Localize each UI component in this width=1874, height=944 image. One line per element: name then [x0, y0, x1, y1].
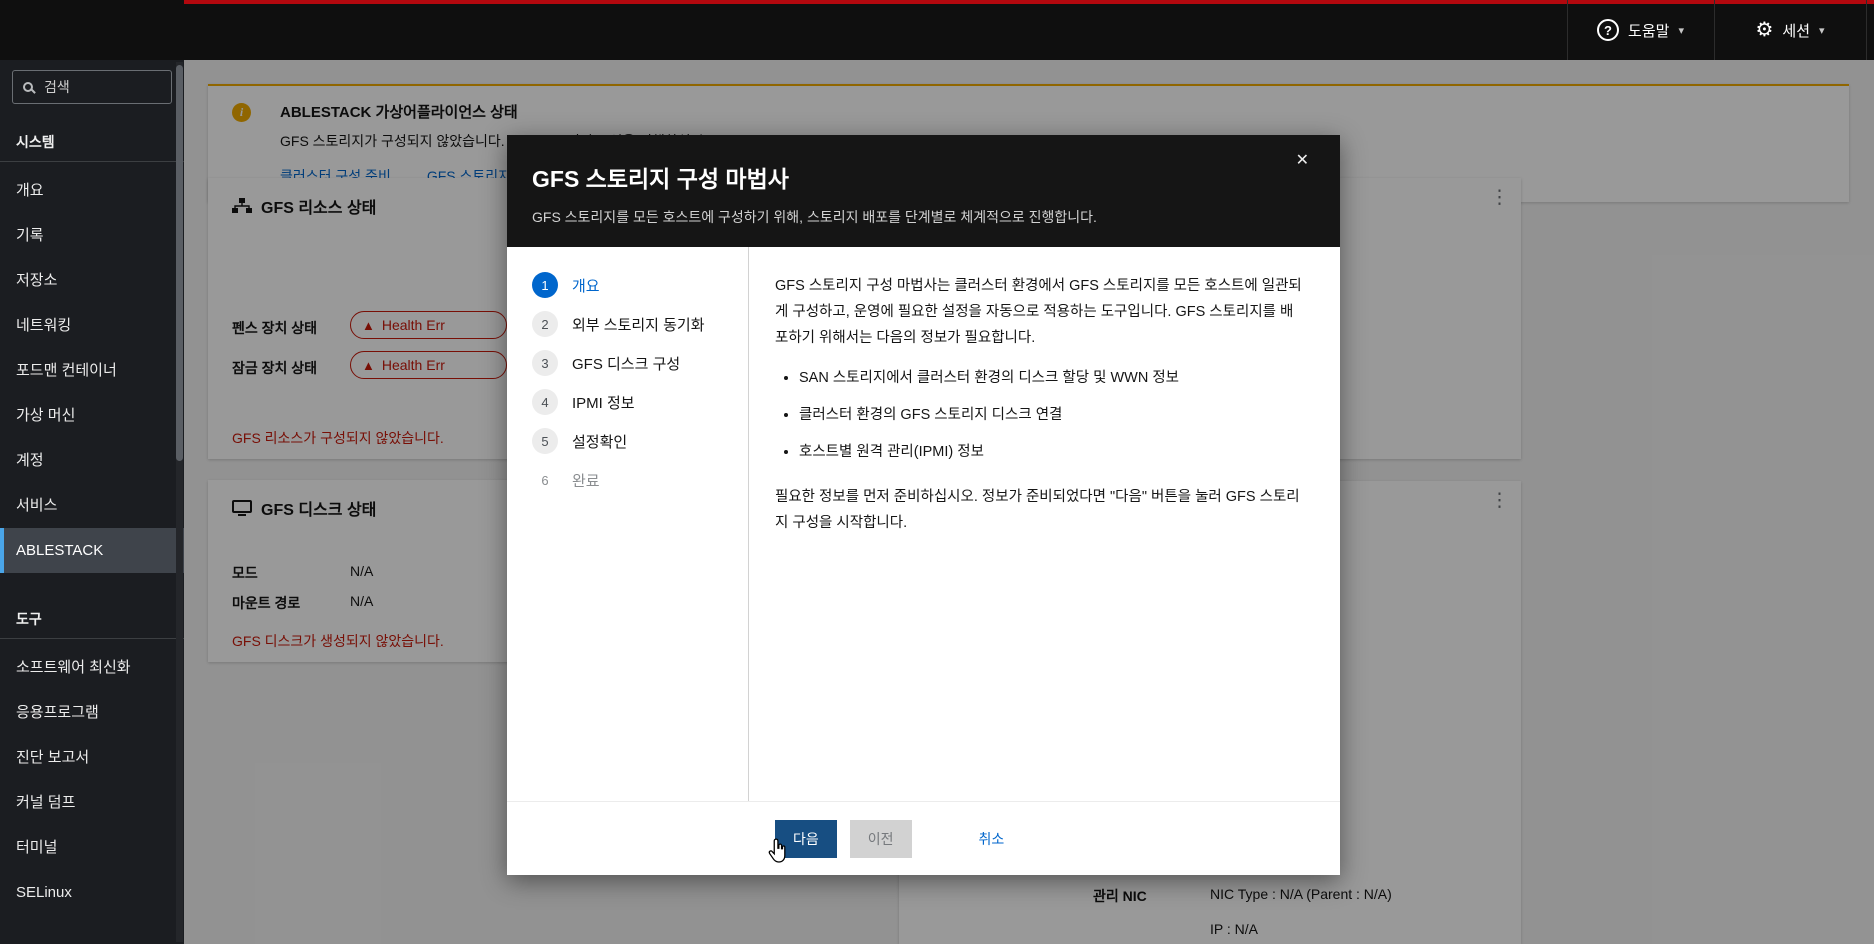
step-label: 개요 — [572, 277, 600, 295]
wizard-requirements-list: SAN 스토리지에서 클러스터 환경의 디스크 할당 및 WWN 정보 클러스터… — [775, 365, 1304, 465]
wizard-step-ipmi[interactable]: 4 IPMI 정보 — [532, 389, 748, 415]
wizard-step-confirm[interactable]: 5 설정확인 — [532, 428, 748, 454]
close-icon[interactable]: ✕ — [1290, 149, 1315, 171]
modal-header: GFS 스토리지 구성 마법사 GFS 스토리지를 모든 호스트에 구성하기 위… — [507, 135, 1340, 247]
masthead: ? 도움말 ▾ ⚙ 세션 ▾ — [0, 0, 1874, 60]
wizard-body: 1 개요 2 외부 스토리지 동기화 3 GFS 디스크 구성 4 IPMI 정… — [507, 247, 1340, 801]
wizard-outro-paragraph: 필요한 정보를 먼저 준비하십시오. 정보가 준비되었다면 "다음" 버튼을 눌… — [775, 488, 1300, 531]
help-menu-label: 도움말 — [1628, 22, 1670, 40]
step-label: IPMI 정보 — [572, 394, 635, 412]
wizard-step-nav: 1 개요 2 외부 스토리지 동기화 3 GFS 디스크 구성 4 IPMI 정… — [507, 247, 749, 801]
sidebar-item-kernel-dump[interactable]: 커널 덤프 — [0, 780, 184, 825]
sidebar-scrollbar-thumb[interactable] — [176, 65, 183, 461]
step-number: 1 — [532, 272, 558, 298]
sidebar-section-system: 시스템 — [0, 110, 184, 162]
wizard-intro-paragraph: GFS 스토리지 구성 마법사는 클러스터 환경에서 GFS 스토리지를 모든 … — [775, 278, 1302, 347]
session-menu-label: 세션 — [1782, 22, 1810, 40]
step-number: 6 — [541, 472, 549, 488]
sidebar-item-diagnostic-reports[interactable]: 진단 보고서 — [0, 735, 184, 780]
sidebar: 시스템 개요 기록 저장소 네트워킹 포드맨 컨테이너 가상 머신 계정 서비스… — [0, 60, 184, 944]
previous-button[interactable]: 이전 — [849, 819, 912, 858]
wizard-footer: 다음 이전 취소 — [507, 801, 1340, 875]
sidebar-item-logs[interactable]: 기록 — [0, 213, 184, 258]
sidebar-item-virtual-machines[interactable]: 가상 머신 — [0, 393, 184, 438]
sidebar-item-overview[interactable]: 개요 — [0, 168, 184, 213]
search-input[interactable] — [42, 78, 161, 96]
modal-title: GFS 스토리지 구성 마법사 — [532, 166, 789, 192]
next-button[interactable]: 다음 — [775, 819, 837, 858]
gfs-storage-wizard-modal: GFS 스토리지 구성 마법사 GFS 스토리지를 모든 호스트에 구성하기 위… — [507, 135, 1340, 875]
sidebar-item-accounts[interactable]: 계정 — [0, 438, 184, 483]
list-item: 호스트별 원격 관리(IPMI) 정보 — [799, 439, 1304, 465]
modal-subtitle: GFS 스토리지를 모든 호스트에 구성하기 위해, 스토리지 배포를 단계별로… — [532, 209, 1097, 225]
list-item: 클러스터 환경의 GFS 스토리지 디스크 연결 — [799, 402, 1304, 428]
wizard-step-content: GFS 스토리지 구성 마법사는 클러스터 환경에서 GFS 스토리지를 모든 … — [749, 247, 1340, 801]
sidebar-item-software-updates[interactable]: 소프트웨어 최신화 — [0, 645, 184, 690]
gear-icon: ⚙ — [1755, 19, 1774, 41]
wizard-step-overview[interactable]: 1 개요 — [532, 272, 748, 298]
step-number: 2 — [532, 311, 558, 337]
sidebar-item-selinux[interactable]: SELinux — [0, 870, 184, 915]
wizard-step-gfs-disk[interactable]: 3 GFS 디스크 구성 — [532, 350, 748, 376]
step-number: 3 — [532, 350, 558, 376]
sidebar-item-applications[interactable]: 응용프로그램 — [0, 690, 184, 735]
sidebar-section-tools: 도구 — [0, 587, 184, 639]
sidebar-item-ablestack[interactable]: ABLESTACK — [0, 528, 184, 573]
step-number: 4 — [532, 389, 558, 415]
step-label: 완료 — [572, 472, 600, 490]
step-label: 설정확인 — [572, 433, 628, 451]
session-menu-button[interactable]: ⚙ 세션 ▾ — [1714, 0, 1866, 60]
step-label: 외부 스토리지 동기화 — [572, 316, 705, 334]
sidebar-item-services[interactable]: 서비스 — [0, 483, 184, 528]
masthead-divider — [1866, 0, 1867, 60]
sidebar-item-storage[interactable]: 저장소 — [0, 258, 184, 303]
help-question-icon: ? — [1597, 19, 1620, 41]
sidebar-item-networking[interactable]: 네트워킹 — [0, 303, 184, 348]
wizard-step-done: 6 완료 — [532, 467, 748, 493]
step-label: GFS 디스크 구성 — [572, 355, 681, 373]
list-item: SAN 스토리지에서 클러스터 환경의 디스크 할당 및 WWN 정보 — [799, 365, 1304, 391]
step-number: 5 — [532, 428, 558, 454]
cancel-button[interactable]: 취소 — [975, 820, 1009, 858]
sidebar-item-podman[interactable]: 포드맨 컨테이너 — [0, 348, 184, 393]
chevron-down-icon: ▾ — [1678, 24, 1684, 37]
help-menu-button[interactable]: ? 도움말 ▾ — [1567, 0, 1714, 60]
chevron-down-icon: ▾ — [1819, 24, 1825, 37]
wizard-step-external-sync[interactable]: 2 외부 스토리지 동기화 — [532, 311, 748, 337]
sidebar-item-terminal[interactable]: 터미널 — [0, 825, 184, 870]
sidebar-search[interactable] — [12, 70, 172, 104]
search-icon — [23, 82, 33, 92]
